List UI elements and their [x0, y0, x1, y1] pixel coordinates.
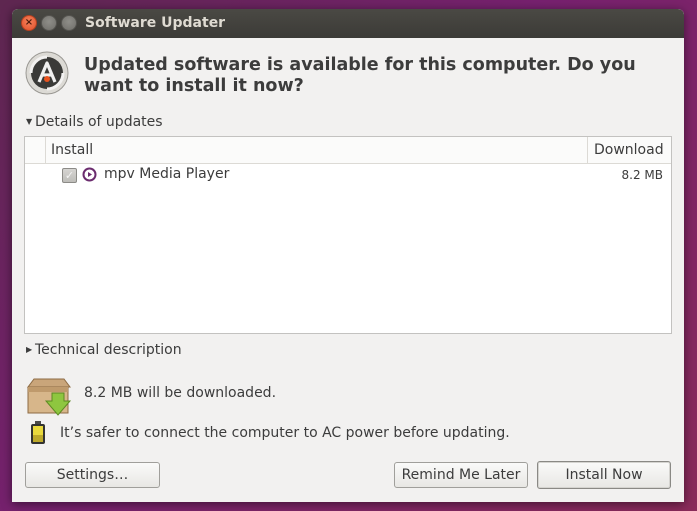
header-spacer	[25, 137, 46, 163]
details-expander-label: Details of updates	[35, 114, 163, 130]
remind-me-later-button[interactable]: Remind Me Later	[394, 462, 528, 488]
settings-button[interactable]: Settings…	[25, 462, 160, 488]
updates-table: Install Download ✓ mpv Media Player 8.2 …	[24, 136, 672, 334]
software-updater-icon	[25, 51, 69, 95]
close-window-button[interactable]: ×	[21, 15, 37, 31]
table-row[interactable]: ✓ mpv Media Player 8.2 MB	[25, 164, 671, 188]
package-download-icon	[27, 378, 72, 416]
download-size-info: 8.2 MB will be downloaded.	[84, 385, 277, 401]
update-headline: Updated software is available for this c…	[84, 55, 636, 96]
technical-description-label: Technical description	[35, 342, 182, 358]
package-name: mpv Media Player	[104, 166, 230, 182]
download-column-header[interactable]: Download	[587, 137, 671, 163]
updates-table-header: Install Download	[25, 137, 671, 164]
install-checkbox[interactable]: ✓	[62, 168, 77, 183]
mpv-icon	[82, 167, 97, 182]
maximize-window-button[interactable]	[61, 15, 77, 31]
details-expander[interactable]: ▼ Details of updates	[26, 114, 163, 130]
install-column-header[interactable]: Install	[51, 142, 93, 158]
power-warning-text: It’s safer to connect the computer to AC…	[60, 425, 510, 441]
technical-description-expander[interactable]: ▶ Technical description	[26, 342, 182, 358]
expanded-arrow-icon: ▼	[26, 117, 33, 126]
install-now-button[interactable]: Install Now	[537, 461, 671, 489]
collapsed-arrow-icon: ▶	[26, 345, 33, 354]
minimize-window-button[interactable]	[41, 15, 57, 31]
software-updater-window: × Software Updater Updated software is a…	[12, 9, 684, 502]
title-bar[interactable]: × Software Updater	[12, 9, 684, 38]
dialog-content: Updated software is available for this c…	[12, 38, 684, 502]
window-title: Software Updater	[85, 15, 226, 31]
package-size: 8.2 MB	[621, 168, 663, 182]
battery-icon	[31, 421, 45, 444]
